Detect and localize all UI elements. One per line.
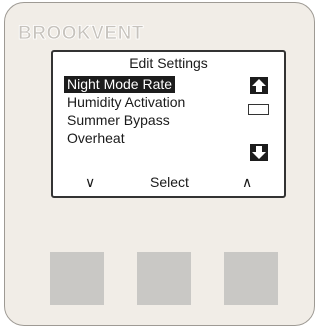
scroll-down-arrow-icon <box>250 144 268 161</box>
menu-item-summer-bypass[interactable]: Summer Bypass <box>64 112 173 129</box>
menu-item-humidity-activation[interactable]: Humidity Activation <box>64 94 188 111</box>
control-panel: BROOKVENT Edit Settings Night Mode Rate … <box>4 2 315 326</box>
menu-item-night-mode-rate[interactable]: Night Mode Rate <box>64 76 176 93</box>
scroll-position-indicator <box>248 104 269 115</box>
menu-item-overheat[interactable]: Overheat <box>64 130 128 147</box>
left-hardware-button[interactable] <box>50 252 104 305</box>
softkey-down-label: ∨ <box>85 174 96 190</box>
softkey-up-label: ∧ <box>242 174 253 190</box>
scroll-up-arrow-icon <box>250 77 268 94</box>
softkey-select-label: Select <box>150 174 189 190</box>
brookvent-logo: BROOKVENT <box>18 23 144 45</box>
screen-title: Edit Settings <box>129 55 208 71</box>
center-hardware-button[interactable] <box>137 252 191 305</box>
right-hardware-button[interactable] <box>224 252 278 305</box>
lcd-screen: Edit Settings Night Mode Rate Humidity A… <box>51 50 286 198</box>
brookvent-logo-text: BROOKVENT <box>18 23 144 44</box>
